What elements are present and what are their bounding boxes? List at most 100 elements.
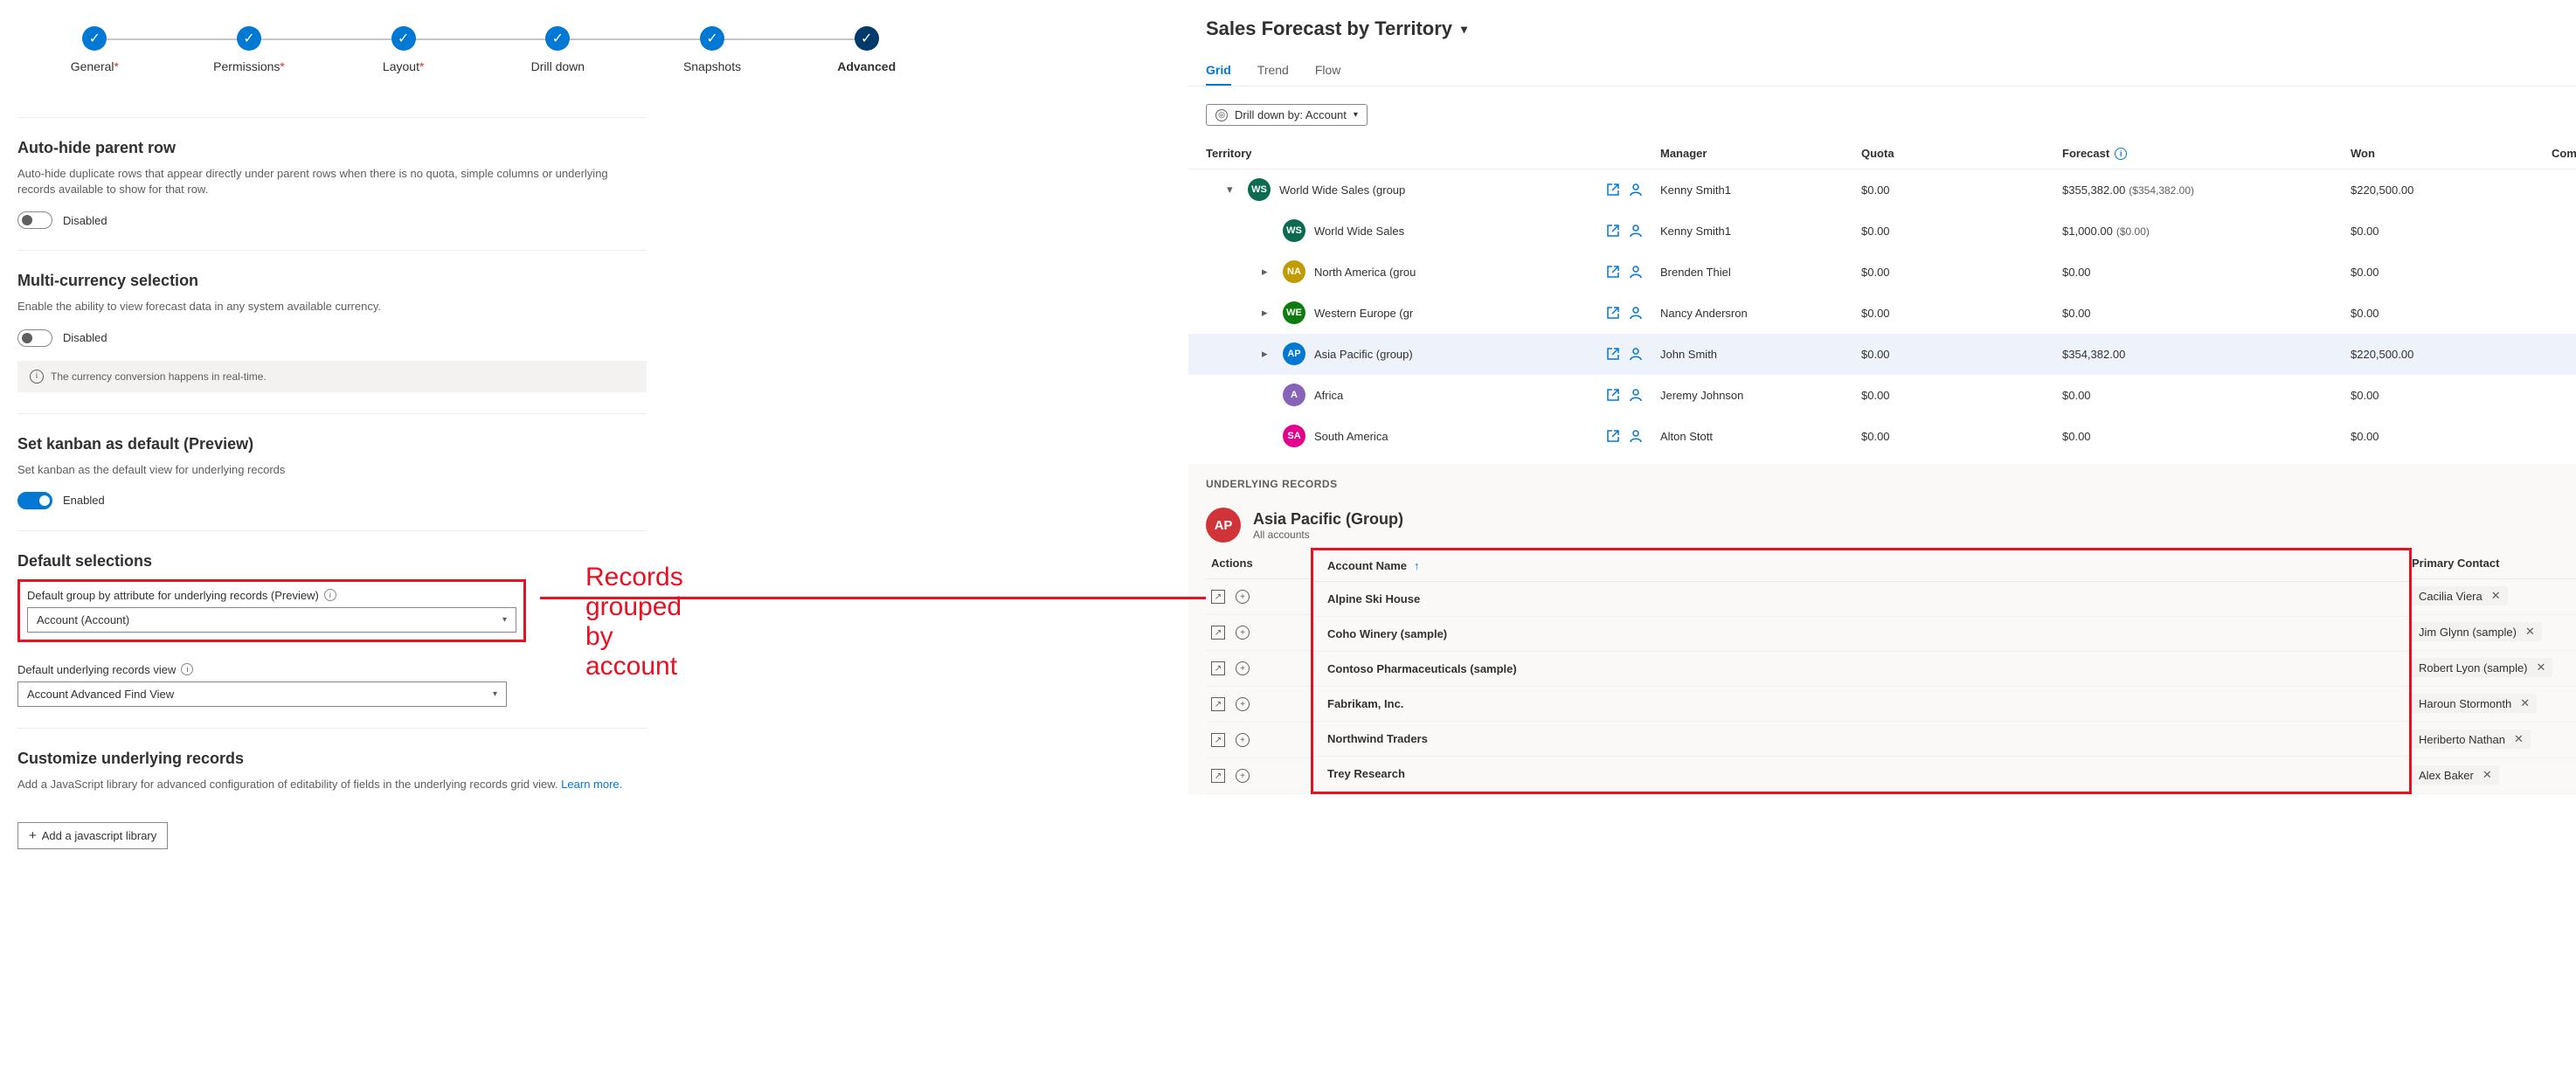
step-drill-down[interactable]: ✓ Drill down [481, 26, 635, 73]
tab-grid[interactable]: Grid [1206, 56, 1231, 86]
step-snapshots[interactable]: ✓ Snapshots [635, 26, 790, 73]
col-won[interactable]: Won [2351, 147, 2552, 160]
step-general[interactable]: ✓ General [17, 26, 172, 73]
auto-hide-title: Auto-hide parent row [17, 139, 647, 157]
forecast-row[interactable]: ▸ NA North America (grou Brenden Thiel $… [1188, 252, 2576, 293]
open-record-icon[interactable] [1606, 306, 1620, 320]
forecast-row[interactable]: ▸ WE Western Europe (gr Nancy Andersron … [1188, 293, 2576, 334]
drill-down-pill[interactable]: ◎ Drill down by: Account ▾ [1206, 104, 1368, 126]
forecast-grid: Territory Manager Quota Forecast i Won C… [1188, 138, 2576, 457]
remove-icon[interactable]: ✕ [2525, 625, 2535, 639]
contact-chip[interactable]: Heriberto Nathan✕ [2412, 730, 2531, 749]
tab-trend[interactable]: Trend [1257, 56, 1289, 86]
open-icon[interactable]: ↗ [1211, 769, 1225, 783]
section-auto-hide: Auto-hide parent row Auto-hide duplicate… [17, 117, 647, 250]
expand-icon[interactable]: ▸ [1262, 347, 1274, 361]
step-layout[interactable]: ✓ Layout [326, 26, 481, 73]
open-record-icon[interactable] [1606, 347, 1620, 361]
forecast-cell: $354,382.00 [2062, 348, 2351, 361]
default-view-select[interactable]: Account Advanced Find View ▾ [17, 681, 507, 707]
add-icon[interactable]: + [1236, 590, 1250, 604]
committed-cell: $133,882.00 [2552, 183, 2576, 197]
quota-cell: $0.00 [1861, 430, 2062, 443]
won-cell: $0.00 [2351, 266, 2552, 279]
territory-name: World Wide Sales [1314, 225, 1404, 238]
contact-chip[interactable]: Haroun Stormonth✕ [2412, 694, 2537, 713]
owner-icon[interactable] [1629, 429, 1643, 443]
contact-chip[interactable]: Cacilia Viera✕ [2412, 586, 2508, 605]
manager-cell: Brenden Thiel [1660, 266, 1861, 279]
expand-icon[interactable]: ▸ [1262, 265, 1274, 279]
open-icon[interactable]: ↗ [1211, 697, 1225, 711]
remove-icon[interactable]: ✕ [2520, 696, 2530, 710]
open-record-icon[interactable] [1606, 224, 1620, 238]
owner-icon[interactable] [1629, 265, 1643, 279]
open-record-icon[interactable] [1606, 183, 1620, 197]
col-quota[interactable]: Quota [1861, 147, 2062, 160]
account-cell[interactable]: Northwind Traders [1313, 722, 2409, 757]
owner-icon[interactable] [1629, 347, 1643, 361]
col-account-name[interactable]: Account Name ↑ [1313, 550, 2409, 582]
open-record-icon[interactable] [1606, 388, 1620, 402]
info-icon[interactable]: i [181, 663, 193, 675]
col-forecast[interactable]: Forecast i [2062, 147, 2351, 160]
chevron-down-icon: ▾ [502, 615, 507, 625]
owner-icon[interactable] [1629, 388, 1643, 402]
owner-icon[interactable] [1629, 306, 1643, 320]
open-record-icon[interactable] [1606, 429, 1620, 443]
remove-icon[interactable]: ✕ [2491, 589, 2501, 603]
quota-cell: $0.00 [1861, 307, 2062, 320]
manager-cell: Nancy Andersron [1660, 307, 1861, 320]
add-icon[interactable]: + [1236, 626, 1250, 640]
account-cell[interactable]: Fabrikam, Inc. [1313, 687, 2409, 722]
add-icon[interactable]: + [1236, 661, 1250, 675]
owner-icon[interactable] [1629, 183, 1643, 197]
remove-icon[interactable]: ✕ [2537, 661, 2546, 674]
default-selections-title: Default selections [17, 552, 647, 571]
forecast-row[interactable]: ▸ AP Asia Pacific (group) John Smith $0.… [1188, 334, 2576, 375]
multi-currency-toggle[interactable] [17, 329, 52, 347]
contact-cell: Robert Lyon (sample)✕ [2412, 651, 2576, 687]
expand-icon[interactable]: ▸ [1262, 306, 1274, 320]
expand-icon[interactable]: ▾ [1227, 183, 1239, 197]
open-icon[interactable]: ↗ [1211, 626, 1225, 640]
contact-chip[interactable]: Jim Glynn (sample)✕ [2412, 622, 2542, 641]
add-icon[interactable]: + [1236, 769, 1250, 783]
tab-flow[interactable]: Flow [1315, 56, 1341, 86]
col-actions[interactable]: Actions [1206, 548, 1311, 579]
account-cell[interactable]: Alpine Ski House [1313, 582, 2409, 617]
add-icon[interactable]: + [1236, 697, 1250, 711]
col-committed[interactable]: Committed [2552, 147, 2576, 160]
view-title[interactable]: Sales Forecast by Territory ▾ [1206, 17, 2576, 40]
learn-more-link[interactable]: Learn more. [561, 778, 622, 791]
auto-hide-toggle[interactable] [17, 211, 52, 229]
step-advanced[interactable]: ✓ Advanced [789, 26, 944, 73]
step-circle-icon: ✓ [237, 26, 261, 51]
col-territory[interactable]: Territory [1206, 147, 1660, 160]
forecast-row[interactable]: ▾ WS World Wide Sales (group Kenny Smith… [1188, 169, 2576, 211]
open-icon[interactable]: ↗ [1211, 590, 1225, 604]
add-js-library-button[interactable]: + Add a javascript library [17, 822, 168, 849]
kanban-toggle[interactable] [17, 492, 52, 509]
remove-icon[interactable]: ✕ [2483, 768, 2492, 782]
forecast-row[interactable]: WS World Wide Sales Kenny Smith1 $0.00 $… [1188, 211, 2576, 252]
default-group-select[interactable]: Account (Account) ▾ [27, 607, 516, 633]
open-icon[interactable]: ↗ [1211, 733, 1225, 747]
col-manager[interactable]: Manager [1660, 147, 1861, 160]
owner-icon[interactable] [1629, 224, 1643, 238]
info-icon[interactable]: i [324, 589, 336, 601]
forecast-row[interactable]: SA South America Alton Stott $0.00 $0.00… [1188, 416, 2576, 457]
step-permissions[interactable]: ✓ Permissions [172, 26, 327, 73]
remove-icon[interactable]: ✕ [2514, 732, 2524, 746]
contact-chip[interactable]: Robert Lyon (sample)✕ [2412, 658, 2552, 677]
account-cell[interactable]: Trey Research [1313, 757, 2409, 792]
forecast-row[interactable]: A Africa Jeremy Johnson $0.00 $0.00 $0.0… [1188, 375, 2576, 416]
open-record-icon[interactable] [1606, 265, 1620, 279]
col-primary-contact[interactable]: Primary Contact [2412, 548, 2576, 579]
account-cell[interactable]: Coho Winery (sample) [1313, 617, 2409, 652]
open-icon[interactable]: ↗ [1211, 661, 1225, 675]
multi-currency-info-text: The currency conversion happens in real-… [51, 370, 267, 383]
add-icon[interactable]: + [1236, 733, 1250, 747]
account-cell[interactable]: Contoso Pharmaceuticals (sample) [1313, 652, 2409, 687]
contact-chip[interactable]: Alex Baker✕ [2412, 765, 2499, 785]
